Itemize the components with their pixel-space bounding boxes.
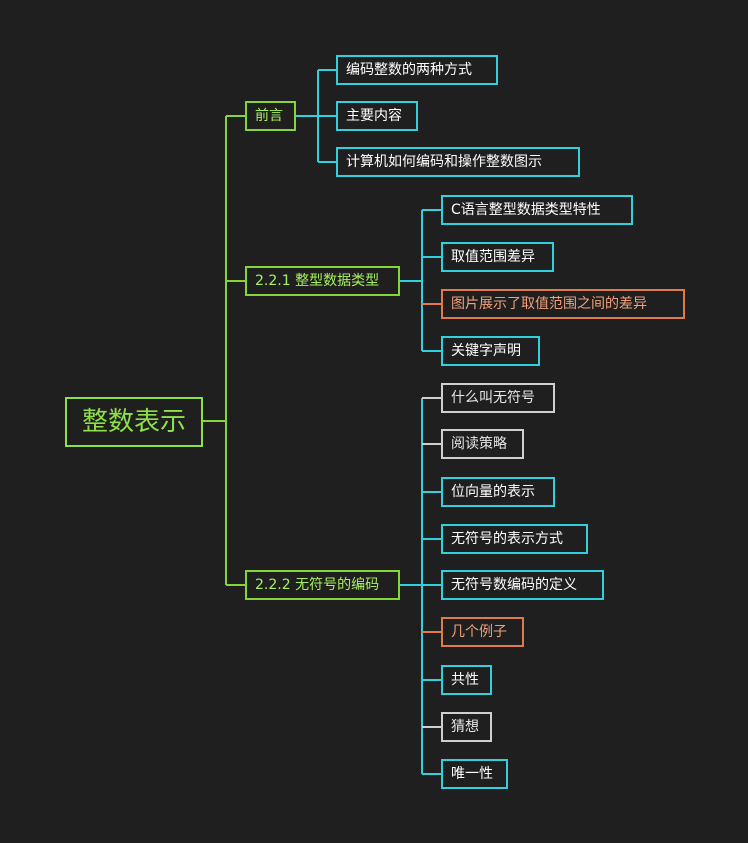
topic-bit-vector[interactable]: 位向量的表示 — [441, 477, 555, 507]
root-topic[interactable]: 整数表示 — [65, 397, 203, 447]
topic-unsigned-representation[interactable]: 无符号的表示方式 — [441, 524, 588, 554]
topic-keyword-declaration[interactable]: 关键字声明 — [441, 336, 540, 366]
topic-range-image[interactable]: 图片展示了取值范围之间的差异 — [441, 289, 685, 319]
topic-main-content[interactable]: 主要内容 — [336, 101, 418, 131]
topic-range-difference[interactable]: 取值范围差异 — [441, 242, 554, 272]
topic-conjecture[interactable]: 猜想 — [441, 712, 492, 742]
topic-what-is-unsigned[interactable]: 什么叫无符号 — [441, 383, 555, 413]
topic-two-encoding-methods[interactable]: 编码整数的两种方式 — [336, 55, 498, 85]
topic-commonality[interactable]: 共性 — [441, 665, 492, 695]
topic-encoding-diagram[interactable]: 计算机如何编码和操作整数图示 — [336, 147, 580, 177]
topic-c-integer-types[interactable]: C语言整型数据类型特性 — [441, 195, 633, 225]
branch-unsigned-encoding[interactable]: 2.2.2 无符号的编码 — [245, 570, 400, 600]
topic-uniqueness[interactable]: 唯一性 — [441, 759, 508, 789]
branch-preface[interactable]: 前言 — [245, 101, 296, 131]
topic-reading-strategy[interactable]: 阅读策略 — [441, 429, 524, 459]
topic-unsigned-definition[interactable]: 无符号数编码的定义 — [441, 570, 604, 600]
branch-integer-types[interactable]: 2.2.1 整型数据类型 — [245, 266, 400, 296]
topic-examples[interactable]: 几个例子 — [441, 617, 524, 647]
